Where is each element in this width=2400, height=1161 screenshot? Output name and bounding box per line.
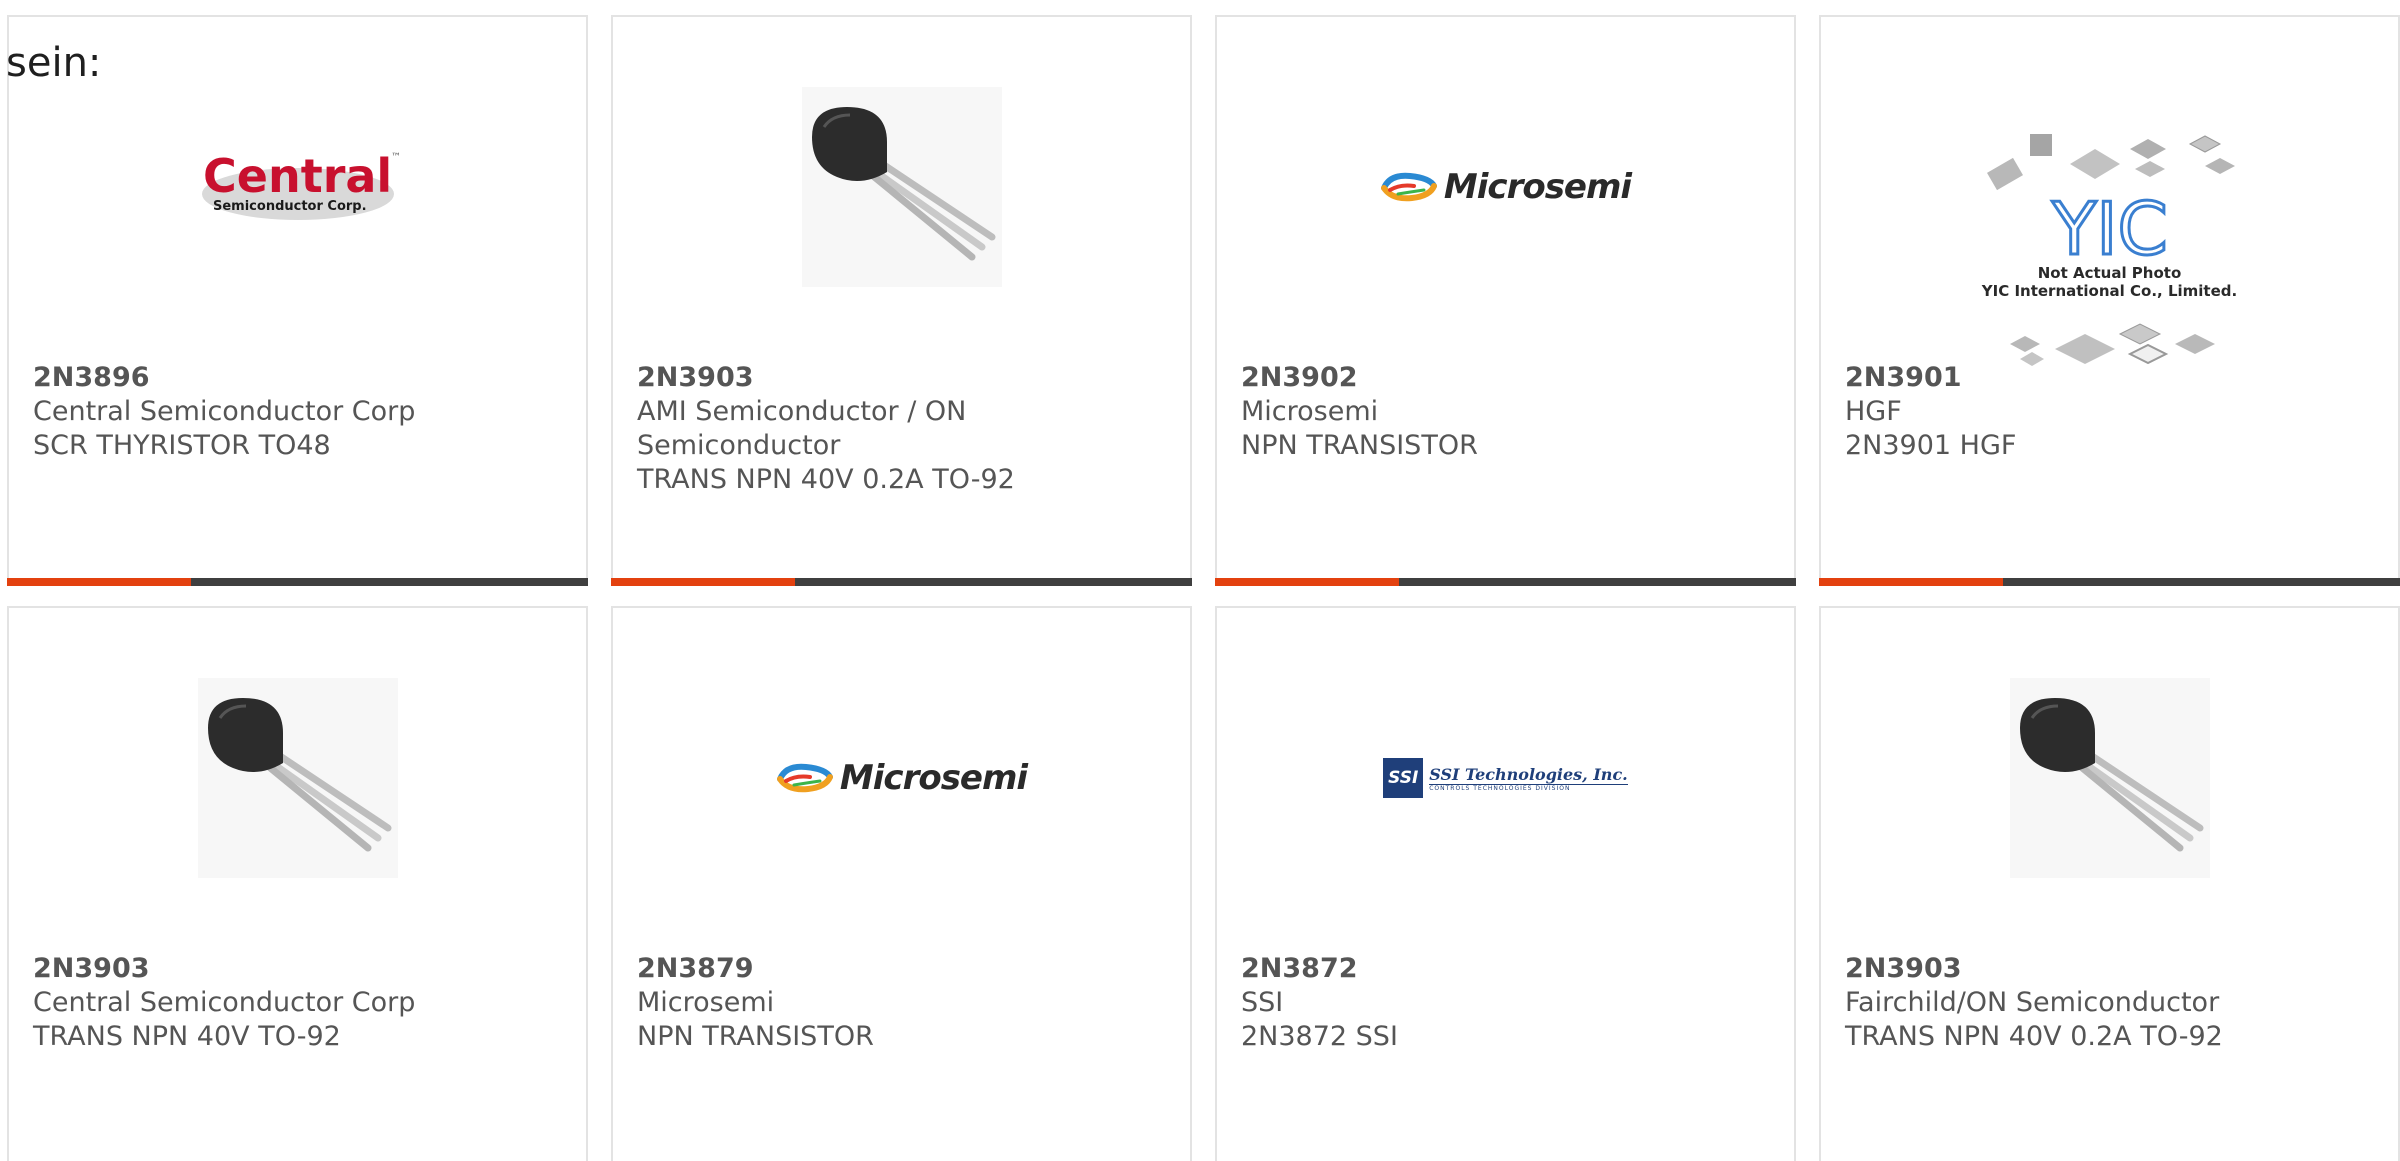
card-accent-bar xyxy=(1215,578,1399,586)
product-image[interactable]: Microsemi xyxy=(613,668,1190,888)
product-info: 2N3903 Fairchild/ON Semiconductor TRANS … xyxy=(1845,952,2358,1054)
manufacturer-name: Central Semiconductor Corp xyxy=(33,396,416,427)
product-image[interactable]: YIC Not Actual Photo YIC International C… xyxy=(1821,107,2398,366)
product-description: TRANS NPN 40V TO-92 xyxy=(33,1021,341,1052)
product-description: 2N3901 HGF xyxy=(1845,430,2017,461)
svg-text:™: ™ xyxy=(391,152,401,163)
manufacturer-name: SSI xyxy=(1241,987,1284,1018)
product-image[interactable]: Central ™ Semiconductor Corp. xyxy=(9,77,586,297)
card-accent-bar xyxy=(7,578,191,586)
part-number-link[interactable]: 2N3872 xyxy=(1241,952,1754,986)
product-image[interactable]: SSI SSI Technologies, Inc. CONTROLS TECH… xyxy=(1217,668,1794,888)
card-bottom-bar xyxy=(611,578,1192,586)
product-grid-page: sein: Central ™ Semiconductor Corp. 2N38… xyxy=(0,0,2400,1161)
product-image[interactable]: Microsemi xyxy=(1217,77,1794,297)
ic-package-collage-icon: YIC xyxy=(1986,134,2235,366)
part-number-link[interactable]: 2N3879 xyxy=(637,952,1150,986)
yic-caption: Not Actual Photo YIC International Co., … xyxy=(1982,264,2237,300)
microsemi-wordmark: Microsemi xyxy=(1443,167,1632,207)
ssi-logo-box-icon: SSI xyxy=(1383,758,1424,798)
part-number-link[interactable]: 2N3896 xyxy=(33,361,546,395)
product-description: NPN TRANSISTOR xyxy=(1241,430,1478,461)
product-info: 2N3872 SSI 2N3872 SSI xyxy=(1241,952,1754,1054)
microsemi-swirl-icon xyxy=(1380,172,1437,202)
microsemi-swirl-icon xyxy=(776,763,833,793)
ssi-logo-wordmark: SSI Technologies, Inc. xyxy=(1429,764,1628,784)
product-description: TRANS NPN 40V 0.2A TO-92 xyxy=(1845,1021,2223,1052)
product-info: 2N3903 Central Semiconductor Corp TRANS … xyxy=(33,952,546,1054)
part-number-link[interactable]: 2N3901 xyxy=(1845,361,2358,395)
product-card[interactable]: Central ™ Semiconductor Corp. 2N3896 Cen… xyxy=(7,15,588,586)
card-accent-bar xyxy=(611,578,795,586)
product-card[interactable]: Microsemi 2N3879 Microsemi NPN TRANSISTO… xyxy=(611,606,1192,1161)
manufacturer-name: AMI Semiconductor / ON Semiconductor xyxy=(637,396,967,461)
central-semiconductor-logo: Central ™ Semiconductor Corp. xyxy=(193,142,403,232)
manufacturer-name: Microsemi xyxy=(637,987,775,1018)
svg-text:Semiconductor Corp.: Semiconductor Corp. xyxy=(213,199,367,214)
part-number-link[interactable]: 2N3903 xyxy=(1845,952,2358,986)
to92-transistor-icon xyxy=(801,87,1002,287)
product-info: 2N3879 Microsemi NPN TRANSISTOR xyxy=(637,952,1150,1054)
manufacturer-name: HGF xyxy=(1845,396,1902,427)
manufacturer-name: Fairchild/ON Semiconductor xyxy=(1845,987,2220,1018)
product-card[interactable]: 2N3903 AMI Semiconductor / ON Semiconduc… xyxy=(611,15,1192,586)
product-card[interactable]: 2N3903 Central Semiconductor Corp TRANS … xyxy=(7,606,588,1161)
ssi-technologies-logo: SSI SSI Technologies, Inc. CONTROLS TECH… xyxy=(1383,758,1628,798)
part-number-link[interactable]: 2N3903 xyxy=(33,952,546,986)
central-logo-icon: Central ™ Semiconductor Corp. xyxy=(201,149,401,220)
product-grid: Central ™ Semiconductor Corp. 2N3896 Cen… xyxy=(0,0,2400,1161)
product-image[interactable] xyxy=(613,77,1190,297)
product-card[interactable]: YIC Not Actual Photo YIC International C… xyxy=(1819,15,2400,586)
product-card[interactable]: 2N3903 Fairchild/ON Semiconductor TRANS … xyxy=(1819,606,2400,1161)
part-number-link[interactable]: 2N3902 xyxy=(1241,361,1754,395)
microsemi-logo: Microsemi xyxy=(776,758,1028,798)
product-description: SCR THYRISTOR TO48 xyxy=(33,430,331,461)
card-bottom-bar xyxy=(1215,578,1796,586)
product-info: 2N3896 Central Semiconductor Corp SCR TH… xyxy=(33,361,546,463)
product-description: NPN TRANSISTOR xyxy=(637,1021,874,1052)
microsemi-logo: Microsemi xyxy=(1380,167,1632,207)
yic-caption-line1: Not Actual Photo xyxy=(2037,264,2182,282)
product-image[interactable] xyxy=(1821,668,2398,888)
svg-text:Central: Central xyxy=(203,149,392,203)
card-accent-bar xyxy=(1819,578,2003,586)
to92-transistor-icon xyxy=(2009,678,2210,878)
product-description: TRANS NPN 40V 0.2A TO-92 xyxy=(637,464,1015,495)
microsemi-wordmark: Microsemi xyxy=(839,758,1028,798)
yic-caption-line2: YIC International Co., Limited. xyxy=(1981,282,2238,300)
part-number-link[interactable]: 2N3903 xyxy=(637,361,1150,395)
intro-text: sein: xyxy=(6,40,102,86)
card-bottom-bar xyxy=(1819,578,2400,586)
manufacturer-name: Microsemi xyxy=(1241,396,1379,427)
yic-placeholder: YIC Not Actual Photo YIC International C… xyxy=(1970,134,2250,366)
ssi-logo-subtitle: CONTROLS TECHNOLOGIES DIVISION xyxy=(1429,783,1628,792)
card-bottom-bar xyxy=(7,578,588,586)
product-info: 2N3901 HGF 2N3901 HGF xyxy=(1845,361,2358,463)
product-description: 2N3872 SSI xyxy=(1241,1021,1398,1052)
svg-text:YIC: YIC xyxy=(2051,187,2168,271)
product-image[interactable] xyxy=(9,668,586,888)
product-info: 2N3902 Microsemi NPN TRANSISTOR xyxy=(1241,361,1754,463)
product-card[interactable]: Microsemi 2N3902 Microsemi NPN TRANSISTO… xyxy=(1215,15,1796,586)
to92-transistor-icon xyxy=(197,678,398,878)
manufacturer-name: Central Semiconductor Corp xyxy=(33,987,416,1018)
product-info: 2N3903 AMI Semiconductor / ON Semiconduc… xyxy=(637,361,1150,497)
product-card[interactable]: SSI SSI Technologies, Inc. CONTROLS TECH… xyxy=(1215,606,1796,1161)
